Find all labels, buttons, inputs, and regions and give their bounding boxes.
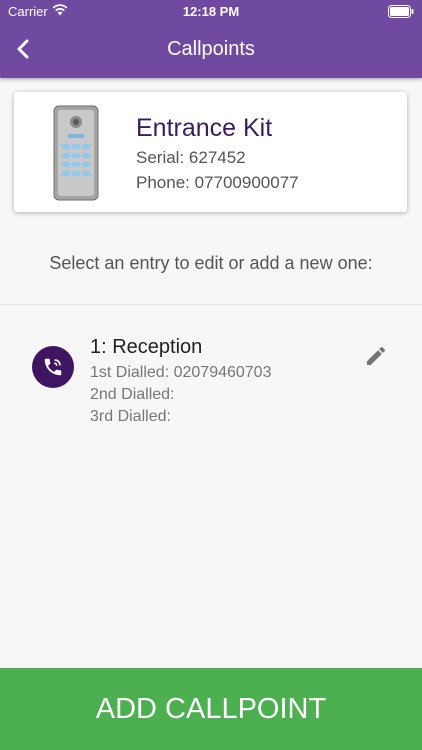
page-title: Callpoints	[167, 38, 255, 60]
pencil-icon	[367, 346, 386, 365]
callpoint-item[interactable]: 1: Reception 1st Dialled: 02079460703 2n…	[0, 328, 422, 438]
status-time: 12:18 PM	[182, 4, 240, 19]
battery-icon	[388, 5, 414, 21]
header: Carrier 12:18 PM Callpoints	[0, 0, 422, 78]
intercom-image	[52, 104, 100, 207]
device-phone: Phone: 07700900077	[136, 173, 299, 192]
device-card: Entrance Kit Serial: 627452 Phone: 07700…	[14, 92, 407, 212]
third-dialled: 3rd Dialled:	[90, 408, 171, 425]
edit-callpoint-button[interactable]	[364, 344, 390, 370]
first-dialled: 1st Dialled: 02079460703	[90, 364, 272, 381]
divider	[0, 304, 422, 305]
instruction-text: Select an entry to edit or add a new one…	[49, 253, 373, 273]
phone-call-icon	[44, 358, 62, 376]
callpoint-avatar	[32, 346, 74, 388]
device-name: Entrance Kit	[136, 114, 273, 142]
status-bar: Carrier 12:18 PM	[0, 0, 422, 24]
add-callpoint-button[interactable]: ADD CALLPOINT	[0, 668, 422, 750]
second-dialled: 2nd Dialled:	[90, 386, 175, 403]
device-serial: Serial: 627452	[136, 148, 246, 167]
callpoint-title: 1: Reception	[90, 336, 203, 358]
